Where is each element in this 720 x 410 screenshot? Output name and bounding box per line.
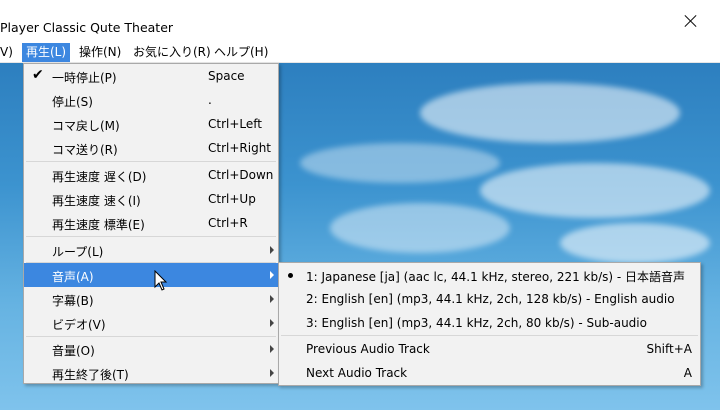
check-icon: ✔ [32,67,44,83]
menu-item-volume[interactable]: 音量(O) [24,337,278,361]
audio-submenu: 1: Japanese [ja] (aac lc, 44.1 kHz, ster… [278,262,701,386]
cloud-shape [330,203,510,253]
menu-favorites[interactable]: お気に入り(R) [129,43,215,62]
menu-item-accel: A [683,366,692,380]
title-bar: Player Classic Qute Theater [0,0,720,43]
menu-item-frame-back[interactable]: コマ戻し(M) Ctrl+Left [24,112,278,136]
menu-item-label: ループ(L) [52,245,104,259]
mouse-cursor-icon [154,270,168,291]
menu-play[interactable]: 再生(L) [22,43,71,62]
menu-item-accel: Ctrl+Right [208,141,272,155]
play-menu: ✔ 一時停止(P) Space 停止(S) . コマ戻し(M) Ctrl+Lef… [23,63,279,384]
menu-item-audio[interactable]: 音声(A) [24,263,278,287]
menu-item-loop[interactable]: ループ(L) [24,238,278,262]
cloud-shape [480,163,710,218]
menu-item-accel: Ctrl+Up [208,192,256,206]
menu-item-label: 音声(A) [52,270,94,284]
menu-item-speed-normal[interactable]: 再生速度 標準(E) Ctrl+R [24,211,278,235]
menu-item-label: 一時停止(P) [52,71,117,85]
menu-item-label: ビデオ(V) [52,318,106,332]
submenu-arrow-icon [270,295,274,303]
menu-item-accel: Space [208,69,245,83]
menu-item-label: 2: English [en] (mp3, 44.1 kHz, 2ch, 128… [306,292,675,306]
menu-bar: V) 再生(L) 操作(N) お気に入り(R) ヘルプ(H) [0,43,720,63]
menu-item-label: コマ送り(R) [52,143,118,157]
menu-item-accel: Ctrl+R [208,216,248,230]
menu-item-label: 再生速度 速く(I) [52,194,141,208]
submenu-arrow-icon [270,345,274,353]
cloud-shape [420,83,680,143]
submenu-arrow-icon [270,319,274,327]
menu-item-label: 再生終了後(T) [52,368,129,382]
menu-item-subtitles[interactable]: 字幕(B) [24,287,278,311]
next-audio-track[interactable]: Next Audio Track A [279,361,700,385]
menu-item-accel: Shift+A [646,342,692,356]
menu-item-accel: . [208,93,212,107]
cloud-shape [300,143,500,183]
menu-item-label: コマ戻し(M) [52,119,120,133]
menu-separator [26,161,276,162]
menu-item-accel: Ctrl+Down [208,168,274,182]
menu-navigate[interactable]: 操作(N) [75,43,125,62]
previous-audio-track[interactable]: Previous Audio Track Shift+A [279,337,700,361]
menu-item-after-playback[interactable]: 再生終了後(T) [24,361,278,385]
menu-item-label: 音量(O) [52,344,95,358]
menu-view[interactable]: V) [0,43,17,62]
audio-track-1[interactable]: 1: Japanese [ja] (aac lc, 44.1 kHz, ster… [279,263,700,287]
menu-item-frame-forward[interactable]: コマ送り(R) Ctrl+Right [24,136,278,160]
menu-item-speed-down[interactable]: 再生速度 遅く(D) Ctrl+Down [24,163,278,187]
menu-item-stop[interactable]: 停止(S) . [24,88,278,112]
window-title: Player Classic Qute Theater [0,20,174,35]
audio-track-3[interactable]: 3: English [en] (mp3, 44.1 kHz, 2ch, 80 … [279,311,700,335]
close-icon[interactable] [684,14,698,28]
menu-separator [281,335,698,336]
menu-item-label: Next Audio Track [306,366,408,380]
submenu-arrow-icon [270,271,274,279]
menu-item-pause[interactable]: ✔ 一時停止(P) Space [24,64,278,88]
menu-item-label: 停止(S) [52,95,93,109]
menu-separator [26,236,276,237]
submenu-arrow-icon [270,369,274,377]
menu-help[interactable]: ヘルプ(H) [210,43,272,62]
menu-item-label: 1: Japanese [ja] (aac lc, 44.1 kHz, ster… [306,270,686,284]
menu-item-label: 再生速度 標準(E) [52,218,145,232]
menu-item-label: Previous Audio Track [306,342,430,356]
radio-bullet-icon [288,273,293,278]
menu-item-speed-up[interactable]: 再生速度 速く(I) Ctrl+Up [24,187,278,211]
menu-item-video[interactable]: ビデオ(V) [24,311,278,335]
cloud-shape [560,223,710,263]
menu-item-label: 字幕(B) [52,294,94,308]
audio-track-2[interactable]: 2: English [en] (mp3, 44.1 kHz, 2ch, 128… [279,287,700,311]
menu-item-label: 3: English [en] (mp3, 44.1 kHz, 2ch, 80 … [306,316,647,330]
menu-item-label: 再生速度 遅く(D) [52,170,147,184]
submenu-arrow-icon [270,246,274,254]
menu-item-accel: Ctrl+Left [208,117,262,131]
